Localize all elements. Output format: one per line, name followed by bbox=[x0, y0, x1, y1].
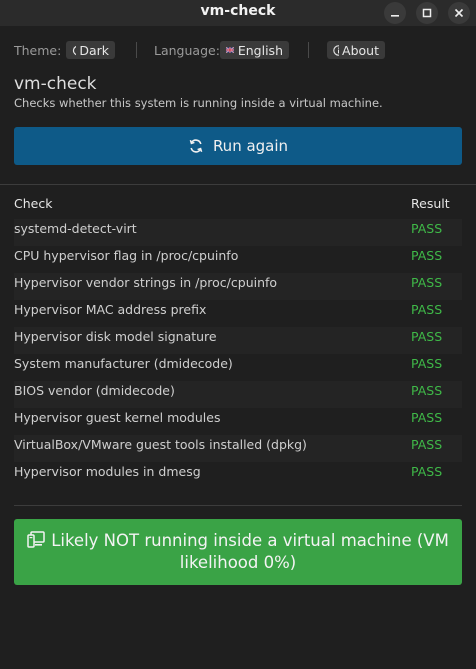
language-value: English bbox=[237, 42, 283, 58]
language-label: Language: bbox=[154, 43, 220, 58]
moon-icon bbox=[72, 45, 77, 55]
check-result: PASS bbox=[411, 302, 443, 317]
check-result: PASS bbox=[411, 356, 443, 371]
check-name: Hypervisor disk model signature bbox=[14, 329, 217, 344]
table-row: System manufacturer (dmidecode) PASS bbox=[14, 354, 462, 381]
settings-bar: Theme: Dark Language: English About bbox=[0, 34, 476, 66]
theme-value: Dark bbox=[79, 42, 109, 58]
check-result: PASS bbox=[411, 221, 443, 236]
table-row: BIOS vendor (dmidecode) PASS bbox=[14, 381, 462, 408]
table-row: systemd-detect-virt PASS bbox=[14, 219, 462, 246]
about-button[interactable]: About bbox=[327, 41, 385, 59]
check-name: Hypervisor vendor strings in /proc/cpuin… bbox=[14, 275, 278, 290]
check-result: PASS bbox=[411, 329, 443, 344]
check-result: PASS bbox=[411, 275, 443, 290]
table-header: Check Result bbox=[14, 196, 462, 214]
divider bbox=[136, 42, 137, 58]
check-name: VirtualBox/VMware guest tools installed … bbox=[14, 437, 307, 452]
page-title: vm-check bbox=[14, 74, 97, 94]
divider bbox=[308, 42, 309, 58]
check-result: PASS bbox=[411, 410, 443, 425]
check-name: BIOS vendor (dmidecode) bbox=[14, 383, 175, 398]
maximize-icon bbox=[422, 8, 432, 18]
info-icon bbox=[333, 44, 340, 56]
check-name: Hypervisor guest kernel modules bbox=[14, 410, 221, 425]
minimize-icon bbox=[391, 15, 399, 17]
theme-label: Theme: bbox=[14, 43, 62, 58]
close-button[interactable] bbox=[448, 2, 470, 24]
refresh-icon bbox=[189, 139, 203, 153]
theme-toggle-button[interactable]: Dark bbox=[66, 41, 115, 59]
run-again-label: Run again bbox=[212, 137, 289, 155]
table-row: Hypervisor MAC address prefix PASS bbox=[14, 300, 462, 327]
close-icon bbox=[454, 8, 464, 18]
about-label: About bbox=[342, 42, 379, 58]
table-row: Hypervisor modules in dmesg PASS bbox=[14, 462, 462, 489]
check-result: PASS bbox=[411, 248, 443, 263]
check-name: CPU hypervisor flag in /proc/cpuinfo bbox=[14, 248, 239, 263]
desktop-icon bbox=[27, 531, 45, 548]
verdict-text: Likely NOT running inside a virtual mach… bbox=[51, 531, 449, 572]
column-header-result: Result bbox=[411, 196, 450, 211]
window-titlebar: vm-check bbox=[0, 0, 476, 26]
table-row: Hypervisor vendor strings in /proc/cpuin… bbox=[14, 273, 462, 300]
divider bbox=[14, 505, 462, 506]
check-name: Hypervisor MAC address prefix bbox=[14, 302, 207, 317]
check-result: PASS bbox=[411, 383, 443, 398]
verdict-banner: Likely NOT running inside a virtual mach… bbox=[14, 519, 462, 585]
column-header-check: Check bbox=[14, 196, 53, 211]
check-name: systemd-detect-virt bbox=[14, 221, 137, 236]
table-row: Hypervisor disk model signature PASS bbox=[14, 327, 462, 354]
maximize-button[interactable] bbox=[416, 2, 438, 24]
check-result: PASS bbox=[411, 464, 443, 479]
page-subtitle: Checks whether this system is running in… bbox=[14, 96, 383, 110]
check-result: PASS bbox=[411, 437, 443, 452]
check-name: Hypervisor modules in dmesg bbox=[14, 464, 201, 479]
table-row: VirtualBox/VMware guest tools installed … bbox=[14, 435, 462, 462]
uk-flag-icon bbox=[226, 46, 234, 54]
table-row: Hypervisor guest kernel modules PASS bbox=[14, 408, 462, 435]
language-select[interactable]: English bbox=[220, 41, 289, 59]
table-row: CPU hypervisor flag in /proc/cpuinfo PAS… bbox=[14, 246, 462, 273]
divider bbox=[0, 184, 476, 185]
minimize-button[interactable] bbox=[384, 2, 406, 24]
run-again-button[interactable]: Run again bbox=[14, 127, 462, 165]
check-name: System manufacturer (dmidecode) bbox=[14, 356, 233, 371]
